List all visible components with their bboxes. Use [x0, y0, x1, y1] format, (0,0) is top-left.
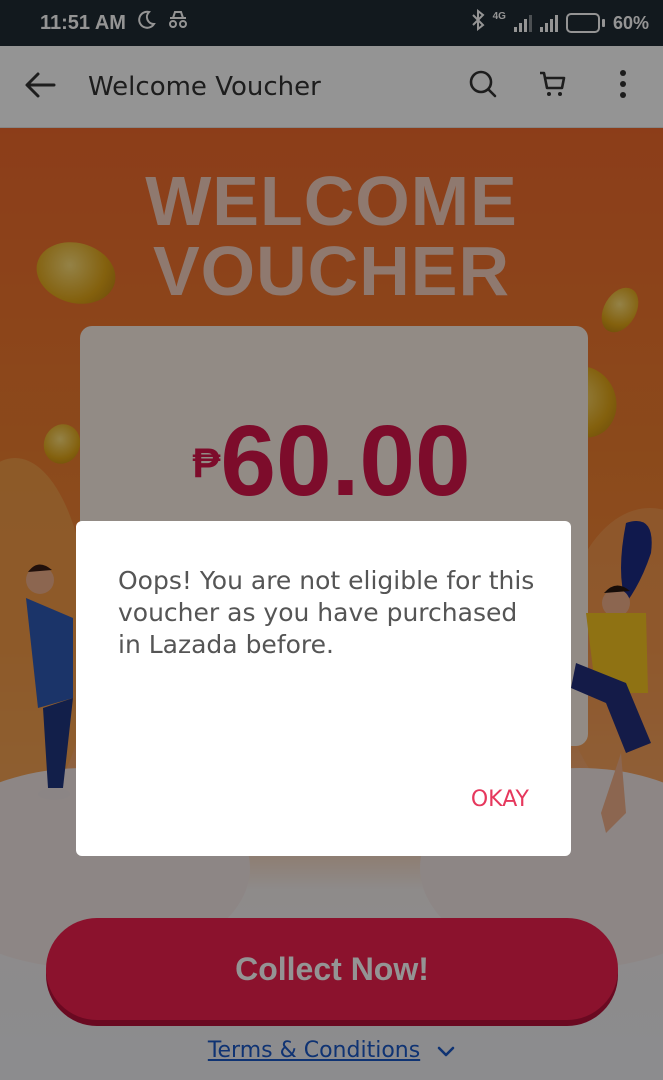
dialog-message: Oops! You are not eligible for this vouc…: [118, 566, 535, 659]
okay-button[interactable]: OKAY: [471, 787, 529, 812]
eligibility-dialog: Oops! You are not eligible for this vouc…: [76, 521, 571, 856]
